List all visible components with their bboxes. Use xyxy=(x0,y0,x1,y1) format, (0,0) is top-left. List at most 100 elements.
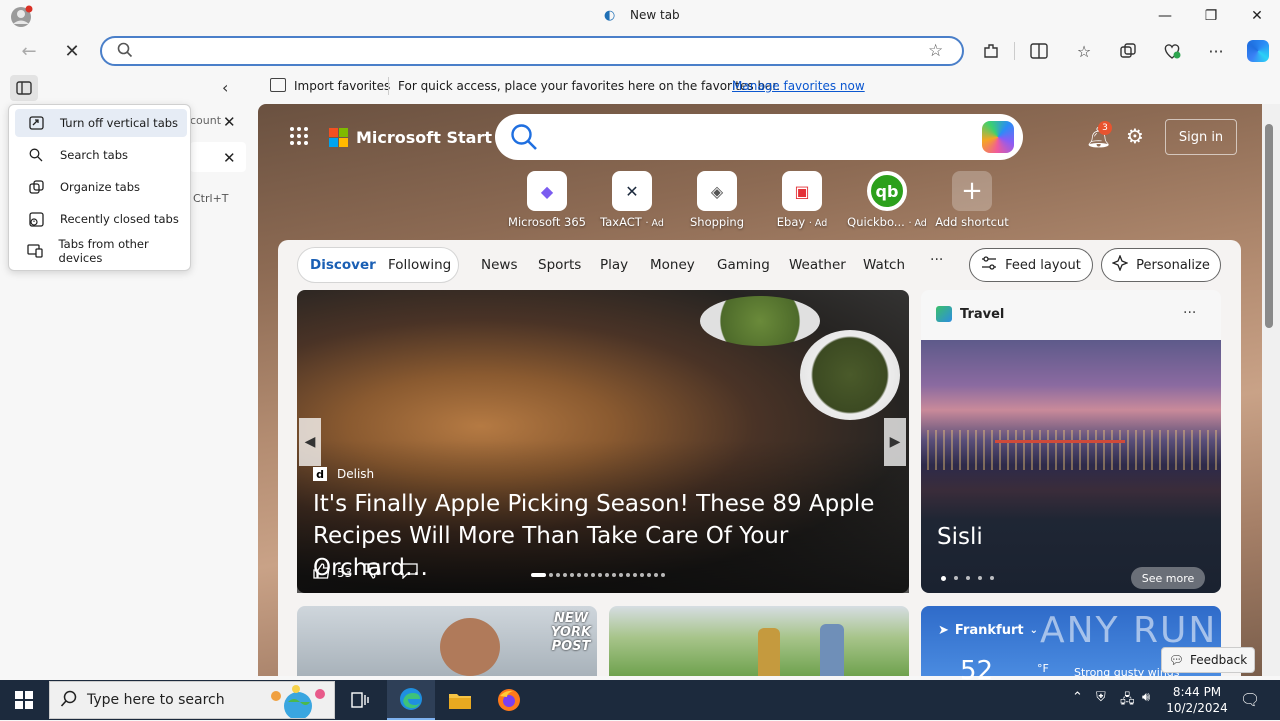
tab-gaming[interactable]: Gaming xyxy=(717,257,770,273)
tab-money[interactable]: Money xyxy=(650,257,695,273)
see-more-button[interactable]: See more xyxy=(1131,567,1205,589)
task-view-icon[interactable] xyxy=(336,680,384,720)
tab-weather[interactable]: Weather xyxy=(789,257,846,273)
weather-location[interactable]: ➤ Frankfurt ⌄ xyxy=(938,623,1038,638)
window-title: New tab xyxy=(630,8,680,22)
microsoft-logo-icon xyxy=(329,128,348,147)
travel-destination[interactable]: Sisli xyxy=(937,524,983,550)
turn-off-vertical-tabs-item[interactable]: Turn off vertical tabs xyxy=(15,109,187,137)
app-launcher-icon[interactable] xyxy=(290,127,308,145)
add-shortcut-button[interactable]: + Add shortcut xyxy=(931,171,1013,229)
favorites-divider xyxy=(388,77,389,95)
file-explorer-icon[interactable] xyxy=(436,680,484,720)
web-search-box[interactable] xyxy=(495,114,1023,160)
feedback-label: Feedback xyxy=(1190,653,1248,667)
scrollbar-thumb[interactable] xyxy=(1265,124,1273,328)
restore-button[interactable]: ❐ xyxy=(1188,0,1234,32)
carousel-pagination[interactable] xyxy=(531,573,665,577)
copilot-sidebar-icon[interactable] xyxy=(1244,38,1272,64)
close-window-button[interactable]: ✕ xyxy=(1234,0,1280,32)
more-tabs-icon[interactable]: ··· xyxy=(930,252,943,268)
active-tab[interactable] xyxy=(190,142,246,172)
shortcut-quickbooks[interactable]: qb Quickbo... · Ad xyxy=(846,171,928,229)
edge-taskbar-icon[interactable] xyxy=(387,680,435,720)
action-center-icon[interactable]: 🗨︎ xyxy=(1240,690,1260,709)
tab-title[interactable]: count xyxy=(190,114,221,127)
herbs-bowl-image xyxy=(700,296,820,346)
organize-tabs-item[interactable]: Organize tabs xyxy=(15,173,187,201)
shortcut-label: Microsoft 365 xyxy=(508,215,586,229)
network-icon[interactable]: 🖧︎ xyxy=(1120,690,1135,712)
shortcut-microsoft-365[interactable]: ◆ Microsoft 365 xyxy=(506,171,588,229)
delish-logo-icon: d xyxy=(313,467,327,481)
shortcut-label: TaxACT · Ad xyxy=(600,215,664,229)
collapse-pane-icon[interactable]: ‹ xyxy=(222,78,228,97)
travel-icon xyxy=(936,306,952,322)
import-favorites-link[interactable]: Import favorites xyxy=(294,79,390,93)
close-tab-icon[interactable]: ✕ xyxy=(223,113,236,131)
shortcut-shopping[interactable]: ◈ Shopping xyxy=(676,171,758,229)
extensions-icon[interactable] xyxy=(977,38,1005,64)
sign-in-button[interactable]: Sign in xyxy=(1165,119,1237,155)
add-favorite-star-icon[interactable]: ☆ xyxy=(928,41,943,61)
shortcut-taxact[interactable]: ✕ TaxACT · Ad xyxy=(591,171,673,229)
search-tabs-item[interactable]: Search tabs xyxy=(15,141,187,169)
search-icon xyxy=(25,148,47,162)
feedback-button[interactable]: 💬︎ Feedback xyxy=(1161,647,1255,673)
import-favorites-icon[interactable] xyxy=(270,78,286,92)
article-source[interactable]: Delish xyxy=(337,467,374,481)
back-button[interactable]: ← xyxy=(14,36,44,66)
minimize-button[interactable]: — xyxy=(1142,0,1188,32)
feed-layout-label: Feed layout xyxy=(1005,257,1081,273)
tab-discover[interactable]: Discover xyxy=(310,257,376,273)
manage-favorites-link[interactable]: Manage favorites now xyxy=(732,79,865,93)
feedback-icon: 💬︎ xyxy=(1168,653,1185,667)
feed-layout-button[interactable]: Feed layout xyxy=(969,248,1093,282)
close-tab-icon[interactable]: ✕ xyxy=(223,149,236,167)
windows-start-button[interactable] xyxy=(0,680,48,720)
carousel-next-button[interactable]: ▶ xyxy=(884,418,906,466)
show-hidden-icons-chevron-icon[interactable]: ⌃ xyxy=(1072,690,1083,705)
card-more-options-icon[interactable]: ··· xyxy=(1183,305,1196,321)
firefox-icon[interactable] xyxy=(485,680,533,720)
profile-avatar-icon[interactable] xyxy=(8,4,34,28)
comment-icon[interactable] xyxy=(400,563,418,583)
defender-icon[interactable]: ⛨ xyxy=(1096,690,1106,705)
like-count: 53 xyxy=(337,565,353,580)
settings-and-more-icon[interactable]: ··· xyxy=(1202,38,1230,64)
tab-sports[interactable]: Sports xyxy=(538,257,581,273)
taskbar-search-placeholder: Type here to search xyxy=(87,692,225,708)
tab-news[interactable]: News xyxy=(481,257,517,273)
collections-icon[interactable] xyxy=(1114,38,1142,64)
personalize-button[interactable]: Personalize xyxy=(1101,248,1221,282)
browser-essentials-icon[interactable] xyxy=(1158,38,1186,64)
thumbs-down-icon[interactable] xyxy=(364,563,382,583)
copilot-icon[interactable] xyxy=(982,121,1014,153)
like-button[interactable]: 53 xyxy=(313,563,352,582)
address-input[interactable] xyxy=(140,40,910,62)
tab-following[interactable]: Following xyxy=(388,257,451,273)
weather-location-name: Frankfurt xyxy=(954,623,1024,638)
travel-pagination[interactable] xyxy=(941,576,994,581)
tab-actions-menu-button[interactable] xyxy=(10,75,38,101)
shortcut-ebay[interactable]: ▣ Ebay · Ad xyxy=(761,171,843,229)
volume-icon[interactable]: 🔊︎ xyxy=(1142,690,1150,705)
tab-play[interactable]: Play xyxy=(600,257,628,273)
menu-item-label: Recently closed tabs xyxy=(60,212,179,226)
page-settings-gear-icon[interactable]: ⚙ xyxy=(1126,124,1144,148)
tab-actions-menu: Turn off vertical tabs Search tabs Organ… xyxy=(8,104,191,271)
microsoft-start-logo[interactable]: Microsoft Start xyxy=(329,128,492,147)
devices-icon xyxy=(25,244,46,258)
split-screen-icon[interactable] xyxy=(1025,38,1053,64)
quickbooks-icon: qb xyxy=(867,171,907,211)
brand-name: Microsoft Start xyxy=(356,128,492,147)
shortcut-label: Quickbo... · Ad xyxy=(847,215,927,229)
system-clock[interactable]: 8:44 PM 10/2/2024 xyxy=(1164,684,1230,716)
favorites-icon[interactable]: ☆ xyxy=(1070,38,1098,64)
carousel-previous-button[interactable]: ◀ xyxy=(299,418,321,466)
tab-watch[interactable]: Watch xyxy=(863,257,905,273)
stop-loading-button[interactable]: ✕ xyxy=(57,36,87,66)
tabs-from-other-devices-item[interactable]: Tabs from other devices xyxy=(15,237,187,265)
microsoft-365-icon: ◆ xyxy=(527,171,567,211)
recently-closed-tabs-item[interactable]: Recently closed tabs xyxy=(15,205,187,233)
